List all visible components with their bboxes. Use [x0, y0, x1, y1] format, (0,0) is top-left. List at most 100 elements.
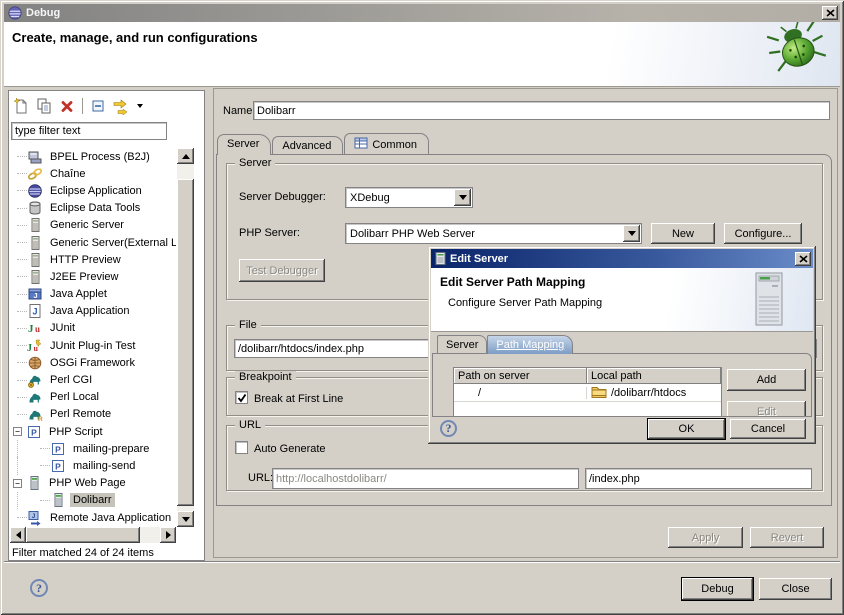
close-button[interactable]: Close: [759, 578, 832, 600]
tree-item-eclipse-application[interactable]: Eclipse Application: [10, 182, 176, 199]
tree-guide-line: [17, 294, 27, 295]
local-path-cell: /dolibarr/htdocs: [587, 385, 721, 401]
vertical-scroll-thumb[interactable]: [177, 179, 194, 506]
tree-item-dolibarr[interactable]: Dolibarr: [10, 492, 176, 509]
dialog-tab-path-mapping[interactable]: Path Mapping: [487, 335, 573, 354]
scroll-up-arrow[interactable]: [177, 148, 194, 164]
tree-item-mailing-send[interactable]: Pmailing-send: [10, 457, 176, 474]
tree-guide-line: [17, 397, 27, 398]
path-mapping-row[interactable]: //dolibarr/htdocs: [454, 384, 721, 401]
dialog-titlebar[interactable]: Edit Server: [431, 249, 813, 268]
tree-guide-line: [17, 276, 27, 277]
ok-button[interactable]: OK: [648, 419, 725, 439]
revert-button[interactable]: Revert: [750, 527, 824, 548]
tree-item-mailing-prepare[interactable]: Pmailing-prepare: [10, 440, 176, 457]
tree-item-http-preview[interactable]: HTTP Preview: [10, 251, 176, 268]
tree-item-label: Eclipse Application: [47, 184, 145, 198]
svg-text:J: J: [27, 343, 32, 354]
name-input[interactable]: [253, 101, 830, 120]
tree-item-cha-ne[interactable]: Chaîne: [10, 165, 176, 182]
tree-item-php-script[interactable]: −PPHP Script: [10, 423, 176, 440]
apply-button[interactable]: Apply: [668, 527, 743, 548]
break-at-first-line-label: Break at First Line: [254, 393, 343, 405]
tree-item-label: Perl Remote: [47, 407, 114, 421]
path-mapping-table[interactable]: Path on server Local path //dolibarr/htd…: [453, 367, 722, 417]
configure-button[interactable]: Configure...: [724, 223, 802, 244]
new-configuration-icon[interactable]: [11, 96, 31, 116]
tree-item-perl-local[interactable]: Perl Local: [10, 389, 176, 406]
tab-common[interactable]: Common: [344, 133, 429, 155]
dialog-subheading: Configure Server Path Mapping: [448, 297, 602, 309]
scroll-left-arrow[interactable]: [10, 527, 26, 543]
tree-item-j2ee-preview[interactable]: J2EE Preview: [10, 268, 176, 285]
tree-item-label: Java Application: [47, 304, 133, 318]
chevron-down-icon[interactable]: [454, 189, 471, 206]
tree-item-generic-server[interactable]: Generic Server: [10, 217, 176, 234]
collapse-expander-icon[interactable]: −: [13, 427, 22, 436]
add-button[interactable]: Add: [727, 369, 806, 391]
window-close-button[interactable]: [822, 6, 838, 20]
tree-horizontal-scrollbar[interactable]: [10, 527, 176, 543]
window-title: Debug: [26, 7, 60, 19]
column-local-path[interactable]: Local path: [587, 368, 721, 384]
cancel-button[interactable]: Cancel: [730, 419, 806, 439]
tree-item-php-web-page[interactable]: −PHP Web Page: [10, 475, 176, 492]
tab-server[interactable]: Server: [217, 134, 271, 155]
filter-icon[interactable]: [111, 96, 131, 116]
svg-text:J: J: [32, 514, 35, 520]
tree-item-label: Generic Server: [47, 218, 127, 232]
collapse-all-icon[interactable]: [88, 96, 108, 116]
auto-generate-checkbox[interactable]: [235, 441, 248, 454]
tree-item-label: JUnit: [47, 321, 78, 335]
edit-server-dialog: Edit Server Edit Server Path Mapping Con…: [428, 246, 816, 444]
tree-item-perl-cgi[interactable]: Perl CGI: [10, 371, 176, 388]
menu-arrow-icon[interactable]: [134, 96, 146, 116]
filter-input[interactable]: [11, 122, 167, 140]
php-server-combo[interactable]: Dolibarr PHP Web Server: [345, 223, 642, 244]
debug-configurations-window: Debug Create, manage, and run configurat…: [0, 0, 844, 615]
tree-item-junit-plug-in-test[interactable]: JuJUnit Plug-in Test: [10, 337, 176, 354]
test-debugger-button[interactable]: Test Debugger: [239, 259, 325, 282]
dialog-help-icon[interactable]: ?: [440, 420, 457, 437]
scroll-down-arrow[interactable]: [177, 511, 194, 527]
break-at-first-line-checkbox[interactable]: [235, 391, 248, 404]
server-debugger-combo[interactable]: XDebug: [345, 187, 473, 208]
tree-item-java-applet[interactable]: JJava Applet: [10, 286, 176, 303]
delete-icon[interactable]: [57, 96, 77, 116]
perl-remote-icon: R: [27, 406, 43, 422]
debug-button[interactable]: Debug: [682, 578, 753, 600]
breakpoint-group-legend: Breakpoint: [235, 371, 296, 384]
php-icon: P: [26, 424, 42, 440]
url-path-input[interactable]: [585, 468, 812, 489]
window-titlebar[interactable]: Debug: [4, 4, 840, 22]
svg-text:R: R: [38, 416, 43, 422]
dialog-title: Edit Server: [450, 253, 508, 265]
scroll-right-arrow[interactable]: [160, 527, 176, 543]
name-label: Name:: [223, 105, 255, 117]
tree-item-generic-server-external-la[interactable]: Generic Server(External La: [10, 234, 176, 251]
tree-vertical-scrollbar[interactable]: [177, 148, 194, 527]
tree-item-perl-remote[interactable]: R Perl Remote: [10, 406, 176, 423]
eclipse-application-icon: [27, 183, 43, 199]
tree-item-remote-java-application[interactable]: JRemote Java Application: [10, 509, 176, 526]
horizontal-scroll-thumb[interactable]: [26, 527, 140, 543]
edit-button[interactable]: Edit: [727, 401, 806, 417]
chevron-down-icon[interactable]: [623, 225, 640, 242]
new-server-button[interactable]: New: [651, 223, 715, 244]
column-path-on-server[interactable]: Path on server: [454, 368, 587, 384]
tab-advanced[interactable]: Advanced: [272, 136, 343, 155]
duplicate-icon[interactable]: [34, 96, 54, 116]
tree-item-label: mailing-prepare: [70, 442, 152, 456]
php-icon: P: [50, 458, 66, 474]
tree-item-bpel-process-b2j[interactable]: BPEL Process (B2J): [10, 148, 176, 165]
banner: Create, manage, and run configurations: [4, 22, 840, 87]
dialog-tab-server[interactable]: Server: [437, 335, 487, 354]
tree-item-eclipse-data-tools[interactable]: Eclipse Data Tools: [10, 200, 176, 217]
tree-item-osgi-framework[interactable]: OSGi Framework: [10, 354, 176, 371]
tree-guide-line: [17, 328, 27, 329]
help-icon[interactable]: ?: [30, 579, 48, 597]
tree-item-java-application[interactable]: JJava Application: [10, 303, 176, 320]
tree-item-junit[interactable]: JuJUnit: [10, 320, 176, 337]
dialog-close-button[interactable]: [795, 252, 811, 266]
collapse-expander-icon[interactable]: −: [13, 479, 22, 488]
